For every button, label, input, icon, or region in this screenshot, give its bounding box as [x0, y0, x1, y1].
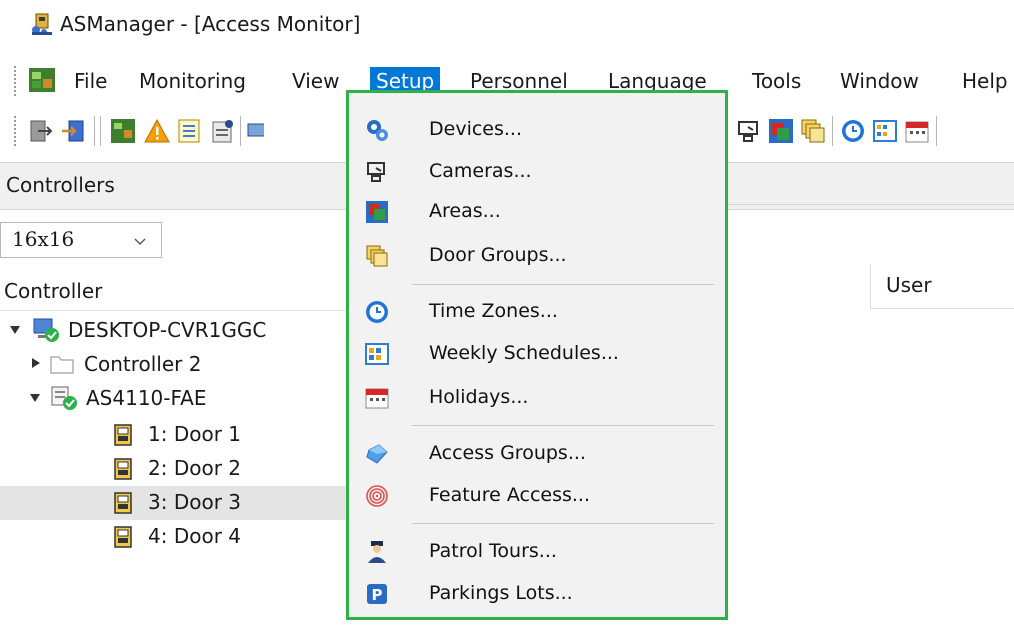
menu-item-label: Weekly Schedules... [429, 342, 619, 364]
monitor-icon[interactable] [110, 118, 136, 144]
tree-item-door-4[interactable]: 4: Door 4 [0, 520, 360, 554]
area-icon[interactable] [768, 118, 794, 144]
toolbar-grip[interactable] [14, 116, 20, 146]
menu-item-patrol-tours[interactable]: Patrol Tours... [349, 532, 725, 572]
alarm-warning-icon[interactable] [144, 118, 170, 144]
fingerprint-icon [366, 485, 388, 507]
window-title: ASManager - [Access Monitor] [60, 12, 361, 36]
menu-file[interactable]: File [74, 67, 107, 95]
icon-size-select-value: 16x16 [12, 227, 75, 251]
report-icon[interactable] [210, 118, 236, 144]
menu-item-devices[interactable]: Devices... [349, 110, 725, 150]
tree-item-label: Controller 2 [84, 352, 202, 376]
column-header-user-label: User [886, 273, 932, 297]
parking-icon: P [367, 584, 387, 604]
access-group-icon [366, 444, 388, 464]
access-manager-app-icon [30, 12, 54, 36]
menu-item-label: Holidays... [429, 386, 529, 408]
menu-item-label: Areas... [429, 200, 501, 222]
column-header-controller-label: Controller [4, 279, 103, 303]
toolbar-separator [832, 116, 836, 146]
menu-separator [412, 425, 714, 426]
camera-icon[interactable] [736, 118, 762, 144]
tree-item-door-3[interactable]: 3: Door 3 [0, 486, 360, 520]
devices-gear-icon [367, 120, 388, 141]
menu-item-label: Devices... [429, 118, 522, 140]
tree-item-label: 2: Door 2 [148, 456, 241, 480]
calendar-icon[interactable] [904, 118, 930, 144]
door-icon [114, 526, 132, 548]
tree-item-as4110-fae[interactable]: AS4110-FAE [0, 382, 360, 416]
controllers-panel-title: Controllers [6, 173, 115, 197]
menu-item-label: Parkings Lots... [429, 582, 573, 604]
door-group-icon[interactable] [800, 118, 826, 144]
menu-item-label: Patrol Tours... [429, 540, 557, 562]
logout-icon[interactable] [28, 118, 54, 144]
menu-view[interactable]: View [292, 67, 339, 95]
menu-item-cameras[interactable]: Cameras... [349, 152, 725, 192]
weekly-schedule-icon [365, 343, 389, 365]
tree-item-door-1[interactable]: 1: Door 1 [0, 418, 360, 452]
guard-icon [368, 541, 386, 563]
menu-help[interactable]: Help [962, 67, 1008, 95]
expanded-arrow-icon[interactable] [30, 394, 40, 402]
menu-item-label: Cameras... [429, 160, 532, 182]
panel-divider [728, 204, 1014, 205]
tree-item-controller-2[interactable]: Controller 2 [0, 348, 360, 382]
tree-item-label: 4: Door 4 [148, 524, 241, 548]
toolbar-icon-partial[interactable] [246, 118, 264, 144]
tree-item-label: AS4110-FAE [86, 386, 207, 410]
tree-item-door-2[interactable]: 2: Door 2 [0, 452, 360, 486]
menu-tools[interactable]: Tools [752, 67, 801, 95]
menu-item-label: Feature Access... [429, 484, 590, 506]
door-group-icon [366, 245, 388, 267]
door-icon [114, 458, 132, 480]
collapsed-arrow-icon[interactable] [32, 358, 40, 368]
door-icon [114, 424, 132, 446]
menubar-grip[interactable] [14, 66, 20, 96]
menu-separator [412, 523, 714, 524]
expanded-arrow-icon[interactable] [10, 326, 20, 334]
menu-window[interactable]: Window [840, 67, 919, 95]
schedule-icon[interactable] [872, 118, 898, 144]
menu-item-label: Time Zones... [429, 300, 558, 322]
toolbar-separator [94, 116, 98, 146]
menu-item-access-groups[interactable]: Access Groups... [349, 434, 725, 474]
login-icon[interactable] [60, 118, 86, 144]
tree-item-label: 3: Door 3 [148, 490, 241, 514]
toolbar-separator [936, 116, 940, 146]
menu-item-label: Access Groups... [429, 442, 586, 464]
calendar-icon [365, 388, 389, 409]
area-icon [366, 201, 388, 223]
folder-icon [50, 356, 74, 374]
clock-icon[interactable] [840, 118, 866, 144]
mdi-window-icon[interactable] [28, 67, 56, 93]
menu-monitoring[interactable]: Monitoring [139, 67, 246, 95]
toolbar-separator [100, 116, 104, 146]
menu-item-time-zones[interactable]: Time Zones... [349, 292, 725, 332]
list-icon[interactable] [176, 118, 202, 144]
menu-item-label: Door Groups... [429, 244, 567, 266]
menu-item-feature-access[interactable]: Feature Access... [349, 476, 725, 516]
chevron-down-icon[interactable] [134, 232, 146, 245]
menu-item-holidays[interactable]: Holidays... [349, 378, 725, 418]
door-icon [114, 492, 132, 514]
menu-separator [412, 284, 714, 285]
menu-item-door-groups[interactable]: Door Groups... [349, 236, 725, 276]
menu-item-areas[interactable]: Areas... [349, 192, 725, 232]
menu-item-parking-lots[interactable]: P Parkings Lots... [349, 574, 725, 614]
controller-online-icon [51, 386, 77, 410]
clock-icon [366, 301, 388, 323]
tree-item-label: 1: Door 1 [148, 422, 241, 446]
toolbar-separator [240, 116, 244, 146]
svg-text:P: P [372, 586, 383, 604]
computer-online-icon [33, 318, 59, 342]
menu-item-weekly-schedules[interactable]: Weekly Schedules... [349, 334, 725, 374]
tree-item-label: DESKTOP-CVR1GGC [68, 318, 267, 342]
camera-icon [367, 162, 385, 182]
tree-item-desktop[interactable]: DESKTOP-CVR1GGC [0, 314, 360, 348]
